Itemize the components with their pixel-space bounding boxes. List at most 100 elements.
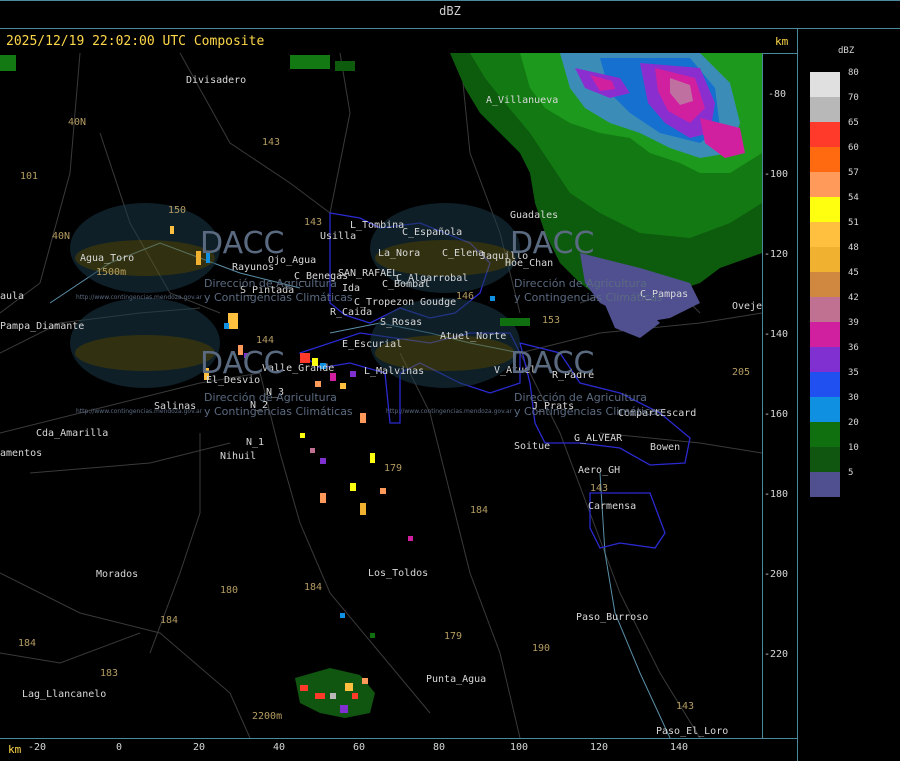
route-label: 143 [676,701,694,712]
legend-label: 65 [848,118,859,128]
y-tick: -200 [764,569,789,580]
x-tick: 40 [273,742,286,753]
place-label: La_Nora [378,248,420,259]
legend-swatch [810,222,840,247]
x-tick: 0 [116,742,123,753]
route-label: 1500m [96,267,126,278]
frame-right-divider [797,28,798,761]
watermark-line1: Dirección de Agricultura [514,277,647,290]
watermark-line1: Dirección de Agricultura [514,391,647,404]
place-label: aula [0,291,24,302]
legend-swatch [810,197,840,222]
place-label: E_Escurial [342,339,402,350]
place-label: L_Malvinas [364,366,424,377]
place-label: Paso_El_Loro [656,726,728,737]
x-tick: 140 [670,742,689,753]
route-label: 179 [384,463,402,474]
x-tick: 80 [433,742,446,753]
place-label: Lag_Llancanelo [22,689,106,700]
place-label: Cda_Amarilla [36,428,108,439]
place-label: G_ALVEAR [574,433,623,444]
legend-label: 80 [848,68,859,78]
watermark-brand: DACC [200,346,284,381]
place-label: N_1 [246,437,264,448]
legend-label: 5 [848,468,854,478]
place-label: Paso_Burroso [576,612,648,623]
route-label: 184 [18,638,36,649]
watermark-brand: DACC [200,226,284,261]
place-label: Aero_GH [578,465,620,476]
place-label: Carmensa [588,501,636,512]
legend-label: 39 [848,318,859,328]
route-label: 143 [304,217,322,228]
legend-swatch [810,422,840,447]
y-axis-unit: km [775,35,789,48]
watermark-url: http://www.contingencias.mendoza.gov.ar [76,294,203,301]
place-label: C_Elena [442,248,484,259]
place-label: Oveje [732,301,762,312]
route-label: 143 [262,137,280,148]
place-label: C_Bombal [382,279,430,290]
route-label: 184 [304,582,322,593]
place-label: Nihuil [220,451,256,462]
watermark-url: http://www.contingencias.mendoza.gov.ar [76,408,203,415]
route-label: 143 [590,483,608,494]
watermark-line2: y Contingencias Climáticas [204,405,353,418]
route-label: 2200m [252,711,282,722]
watermark-line1: Dirección de Agricultura [204,391,337,404]
route-label: 205 [732,367,750,378]
place-label: Los_Toldos [368,568,428,579]
route-label: 146 [456,291,474,302]
legend-label: 60 [848,143,859,153]
legend-swatch [810,447,840,472]
y-tick: -160 [764,409,789,420]
y-tick: -80 [768,89,787,100]
legend-swatch [810,172,840,197]
place-label: L_Tombina [350,220,404,231]
place-label: SAN_RAFAEL [338,268,398,279]
frame-map-right [762,53,763,738]
x-tick: 120 [590,742,609,753]
x-tick: 100 [510,742,529,753]
place-label: Agua_Toro [80,253,134,264]
place-label: Soitue [514,441,550,452]
route-label: 183 [100,668,118,679]
frame-top [0,0,900,1]
legend-swatch [810,97,840,122]
place-label: A_Villanueva [486,95,558,106]
legend-swatch [810,272,840,297]
place-label: Guadales [510,210,558,221]
route-label: 179 [444,631,462,642]
legend-swatch [810,147,840,172]
legend-swatch [810,347,840,372]
radar-map[interactable]: Divisadero A_Villanueva Guadales L_Tombi… [0,53,762,738]
legend-swatch [810,297,840,322]
frame-map-bottom [0,738,797,739]
watermark-brand: DACC [510,346,594,381]
window-title: dBZ [439,4,461,18]
watermark-line2: y Contingencias Climáticas [514,405,663,418]
y-tick: -180 [764,489,789,500]
place-label: Pampa_Diamante [0,321,84,332]
place-label: Divisadero [186,75,246,86]
watermark-line1: Dirección de Agricultura [204,277,337,290]
route-label: 153 [542,315,560,326]
route-label: 180 [220,585,238,596]
watermark-line2: y Contingencias Climáticas [204,291,353,304]
place-label: R_Caida [330,307,372,318]
place-label: Atuel_Norte [440,331,506,342]
legend-label: 36 [848,343,859,353]
legend-label: 51 [848,218,859,228]
legend-swatch [810,397,840,422]
x-tick: -20 [28,742,47,753]
place-label: C_Española [402,227,462,238]
route-label: 144 [256,335,274,346]
y-tick: -140 [764,329,789,340]
legend-swatch [810,372,840,397]
route-label: 101 [20,171,38,182]
legend-label: 42 [848,293,859,303]
x-axis-unit: km [8,743,22,756]
y-tick: -120 [764,249,789,260]
route-label: 40N [68,117,86,128]
place-label: Morados [96,569,138,580]
